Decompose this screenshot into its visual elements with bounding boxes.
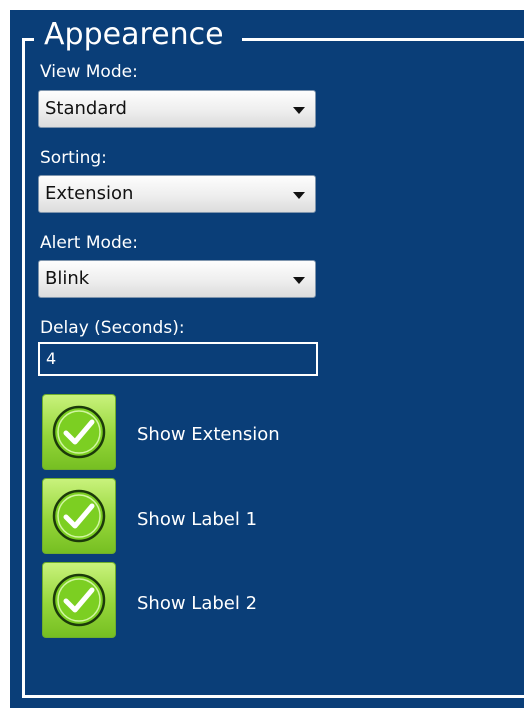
checkmark-icon <box>52 573 106 627</box>
view-mode-dropdown[interactable]: Standard <box>38 90 316 128</box>
delay-label: Delay (Seconds): <box>40 318 185 338</box>
show-label-2-label[interactable]: Show Label 2 <box>137 593 257 615</box>
group-title: Appearence <box>44 17 224 52</box>
sorting-label: Sorting: <box>40 148 107 168</box>
chevron-down-icon <box>293 277 305 284</box>
alert-mode-value: Blink <box>45 268 90 289</box>
view-mode-label: View Mode: <box>40 62 138 82</box>
sorting-value: Extension <box>45 183 134 204</box>
delay-value: 4 <box>46 349 57 368</box>
chevron-down-icon <box>293 107 305 114</box>
chevron-down-icon <box>293 192 305 199</box>
show-extension-label[interactable]: Show Extension <box>137 424 280 446</box>
show-label-1-checkbox[interactable] <box>42 478 116 554</box>
delay-input[interactable]: 4 <box>38 342 318 376</box>
checkmark-icon <box>52 405 106 459</box>
view-mode-value: Standard <box>45 98 127 119</box>
show-extension-checkbox[interactable] <box>42 394 116 470</box>
checkmark-icon <box>52 489 106 543</box>
alert-mode-dropdown[interactable]: Blink <box>38 260 316 298</box>
show-label-2-checkbox[interactable] <box>42 562 116 638</box>
group-frame-left <box>22 38 25 698</box>
group-frame-top-right <box>242 38 524 41</box>
show-label-1-label[interactable]: Show Label 1 <box>137 509 257 531</box>
alert-mode-label: Alert Mode: <box>40 233 138 253</box>
sorting-dropdown[interactable]: Extension <box>38 175 316 213</box>
group-frame-bottom <box>22 695 524 698</box>
